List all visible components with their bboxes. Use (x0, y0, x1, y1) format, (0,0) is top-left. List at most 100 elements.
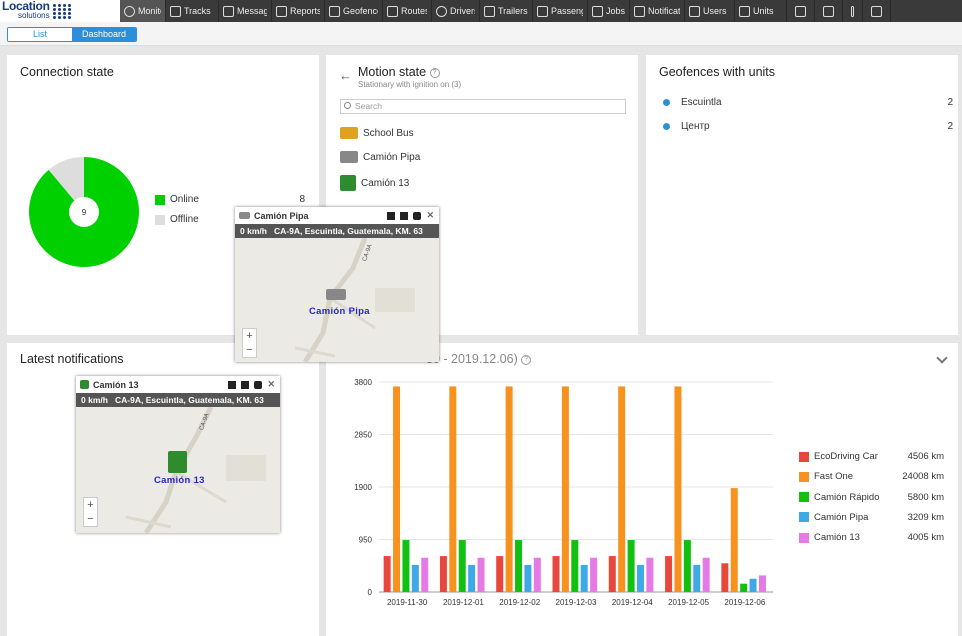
chart-legend-item[interactable]: Camión Pipa 3209 km (799, 512, 944, 523)
nav-label: Reports (290, 6, 320, 16)
account-button[interactable] (863, 0, 891, 22)
geofence-name: Центр (681, 121, 710, 132)
close-icon[interactable]: ✕ (267, 379, 275, 390)
bar[interactable] (505, 386, 513, 592)
bar[interactable] (458, 540, 466, 592)
bar[interactable] (580, 564, 588, 592)
bar[interactable] (402, 540, 410, 592)
chart-legend-item[interactable]: EcoDriving Car 4506 km (799, 451, 944, 462)
bar[interactable] (421, 557, 429, 592)
bar[interactable] (477, 557, 485, 592)
connection-pie-chart[interactable]: 9 (29, 157, 139, 267)
chart-legend-item[interactable]: Camión 13 4005 km (799, 532, 944, 543)
bar[interactable] (758, 575, 766, 592)
nav-label: Messages (237, 6, 267, 16)
bar[interactable] (749, 578, 757, 592)
list-view-button[interactable]: List (8, 28, 72, 41)
bar[interactable] (533, 557, 541, 592)
nav-users[interactable]: Users (685, 0, 735, 22)
bar[interactable] (721, 563, 729, 592)
unit-search-input[interactable]: Search (340, 99, 626, 114)
popup-map[interactable]: CA-9A Camión 13 + − (76, 407, 280, 533)
popup-map[interactable]: CA-9A Camión Pipa + − (235, 238, 439, 362)
wrench-icon[interactable] (936, 352, 948, 364)
bar[interactable] (702, 557, 710, 592)
bar[interactable] (740, 583, 748, 592)
legend-label: Offline (170, 214, 199, 225)
video-icon[interactable] (387, 211, 396, 220)
nav-units[interactable]: Units (735, 0, 787, 22)
dashboard-view-button[interactable]: Dashboard (72, 28, 136, 41)
bar[interactable] (627, 540, 635, 592)
bar[interactable] (552, 556, 560, 592)
bar[interactable] (561, 386, 569, 592)
back-arrow-icon[interactable]: ← (339, 68, 352, 83)
jobs-icon (592, 5, 603, 17)
bar[interactable] (618, 386, 626, 592)
bar[interactable] (383, 556, 391, 592)
bar[interactable] (665, 556, 673, 592)
menu-icon[interactable] (400, 211, 409, 220)
chart-legend-item[interactable]: Fast One 24008 km (799, 471, 944, 482)
unit-popup-camion-13: Camión 13 ✕ 0 km/h CA-9A, Escuintla, Gua… (76, 376, 280, 533)
locate-icon[interactable] (413, 211, 422, 220)
nav-passengers[interactable]: Passengers (533, 0, 588, 22)
menu-icon[interactable] (241, 380, 250, 389)
bar[interactable] (515, 540, 523, 592)
geofence-dot-icon (663, 99, 670, 106)
zoom-in-button[interactable]: + (243, 329, 256, 343)
zoom-in-button[interactable]: + (84, 498, 97, 512)
legend-online[interactable]: Online 8 (155, 194, 305, 205)
nav-label: Jobs (606, 6, 625, 16)
geofence-dot-icon (663, 123, 670, 130)
nav-jobs[interactable]: Jobs (588, 0, 630, 22)
truck-marker-icon[interactable] (168, 451, 187, 473)
tanker-truck-marker-icon[interactable] (326, 289, 346, 300)
nav-trailers[interactable]: Trailers (480, 0, 533, 22)
nav-tracks[interactable]: Tracks (166, 0, 219, 22)
bar[interactable] (449, 386, 457, 592)
bar[interactable] (646, 557, 654, 592)
motion-title: Motion state (358, 65, 427, 79)
nav-label: Tracks (184, 6, 211, 16)
more-button[interactable] (843, 0, 863, 22)
geofence-item[interactable]: Escuintla 2 (663, 97, 953, 108)
bar[interactable] (524, 564, 532, 592)
bar[interactable] (730, 488, 738, 592)
bar[interactable] (468, 564, 476, 592)
geofence-name: Escuintla (681, 97, 722, 108)
bar[interactable] (683, 540, 691, 592)
zoom-out-button[interactable]: − (84, 512, 97, 526)
bus-icon (739, 5, 750, 17)
grid-button[interactable] (815, 0, 843, 22)
nav-reports[interactable]: Reports (272, 0, 325, 22)
bar[interactable] (393, 386, 401, 592)
bar[interactable] (693, 564, 701, 592)
chart-legend-item[interactable]: Camión Rápido 5800 km (799, 492, 944, 503)
locate-icon[interactable] (254, 380, 263, 389)
close-icon[interactable]: ✕ (426, 210, 434, 221)
nav-label: Notifications (648, 6, 680, 16)
bar[interactable] (411, 564, 419, 592)
help-icon[interactable]: ? (429, 67, 440, 78)
unit-list-item[interactable]: Camión Pipa (340, 151, 420, 163)
geofence-item[interactable]: Центр 2 (663, 121, 953, 132)
unit-list-item[interactable]: School Bus (340, 127, 414, 139)
video-icon[interactable] (228, 380, 237, 389)
bar[interactable] (674, 386, 682, 592)
nav-monitoring[interactable]: Monitoring (120, 0, 166, 22)
bar[interactable] (496, 556, 504, 592)
ruler-button[interactable] (787, 0, 815, 22)
bar[interactable] (636, 564, 644, 592)
bar[interactable] (571, 540, 579, 592)
nav-messages[interactable]: Messages (219, 0, 272, 22)
nav-routes[interactable]: Routes (383, 0, 432, 22)
nav-drivers[interactable]: Drivers (432, 0, 480, 22)
zoom-out-button[interactable]: − (243, 343, 256, 357)
nav-notifications[interactable]: Notifications (630, 0, 685, 22)
bar[interactable] (590, 557, 598, 592)
bar[interactable] (608, 556, 616, 592)
nav-geofences[interactable]: Geofences (325, 0, 383, 22)
bar[interactable] (439, 556, 447, 592)
unit-list-item[interactable]: Camión 13 (340, 175, 409, 191)
